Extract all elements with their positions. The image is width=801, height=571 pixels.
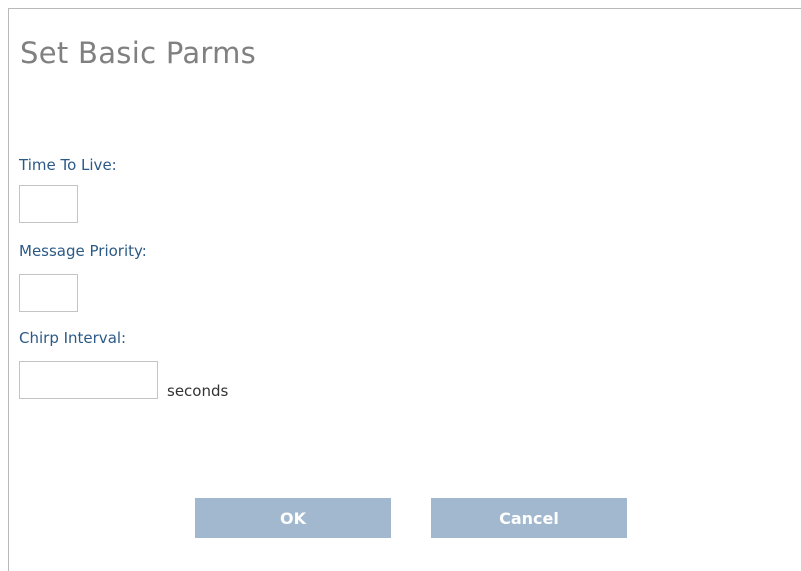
time-to-live-label: Time To Live: bbox=[19, 156, 117, 174]
message-priority-label: Message Priority: bbox=[19, 242, 147, 260]
chirp-interval-unit-label: seconds bbox=[167, 382, 229, 400]
ok-button[interactable]: OK bbox=[195, 498, 391, 538]
set-basic-parms-dialog: Set Basic Parms Time To Live: Message Pr… bbox=[8, 8, 801, 571]
message-priority-input[interactable] bbox=[19, 274, 78, 312]
cancel-button[interactable]: Cancel bbox=[431, 498, 627, 538]
time-to-live-input[interactable] bbox=[19, 185, 78, 223]
chirp-interval-label: Chirp Interval: bbox=[19, 329, 127, 347]
chirp-interval-input[interactable] bbox=[19, 361, 158, 399]
dialog-title: Set Basic Parms bbox=[20, 36, 257, 70]
